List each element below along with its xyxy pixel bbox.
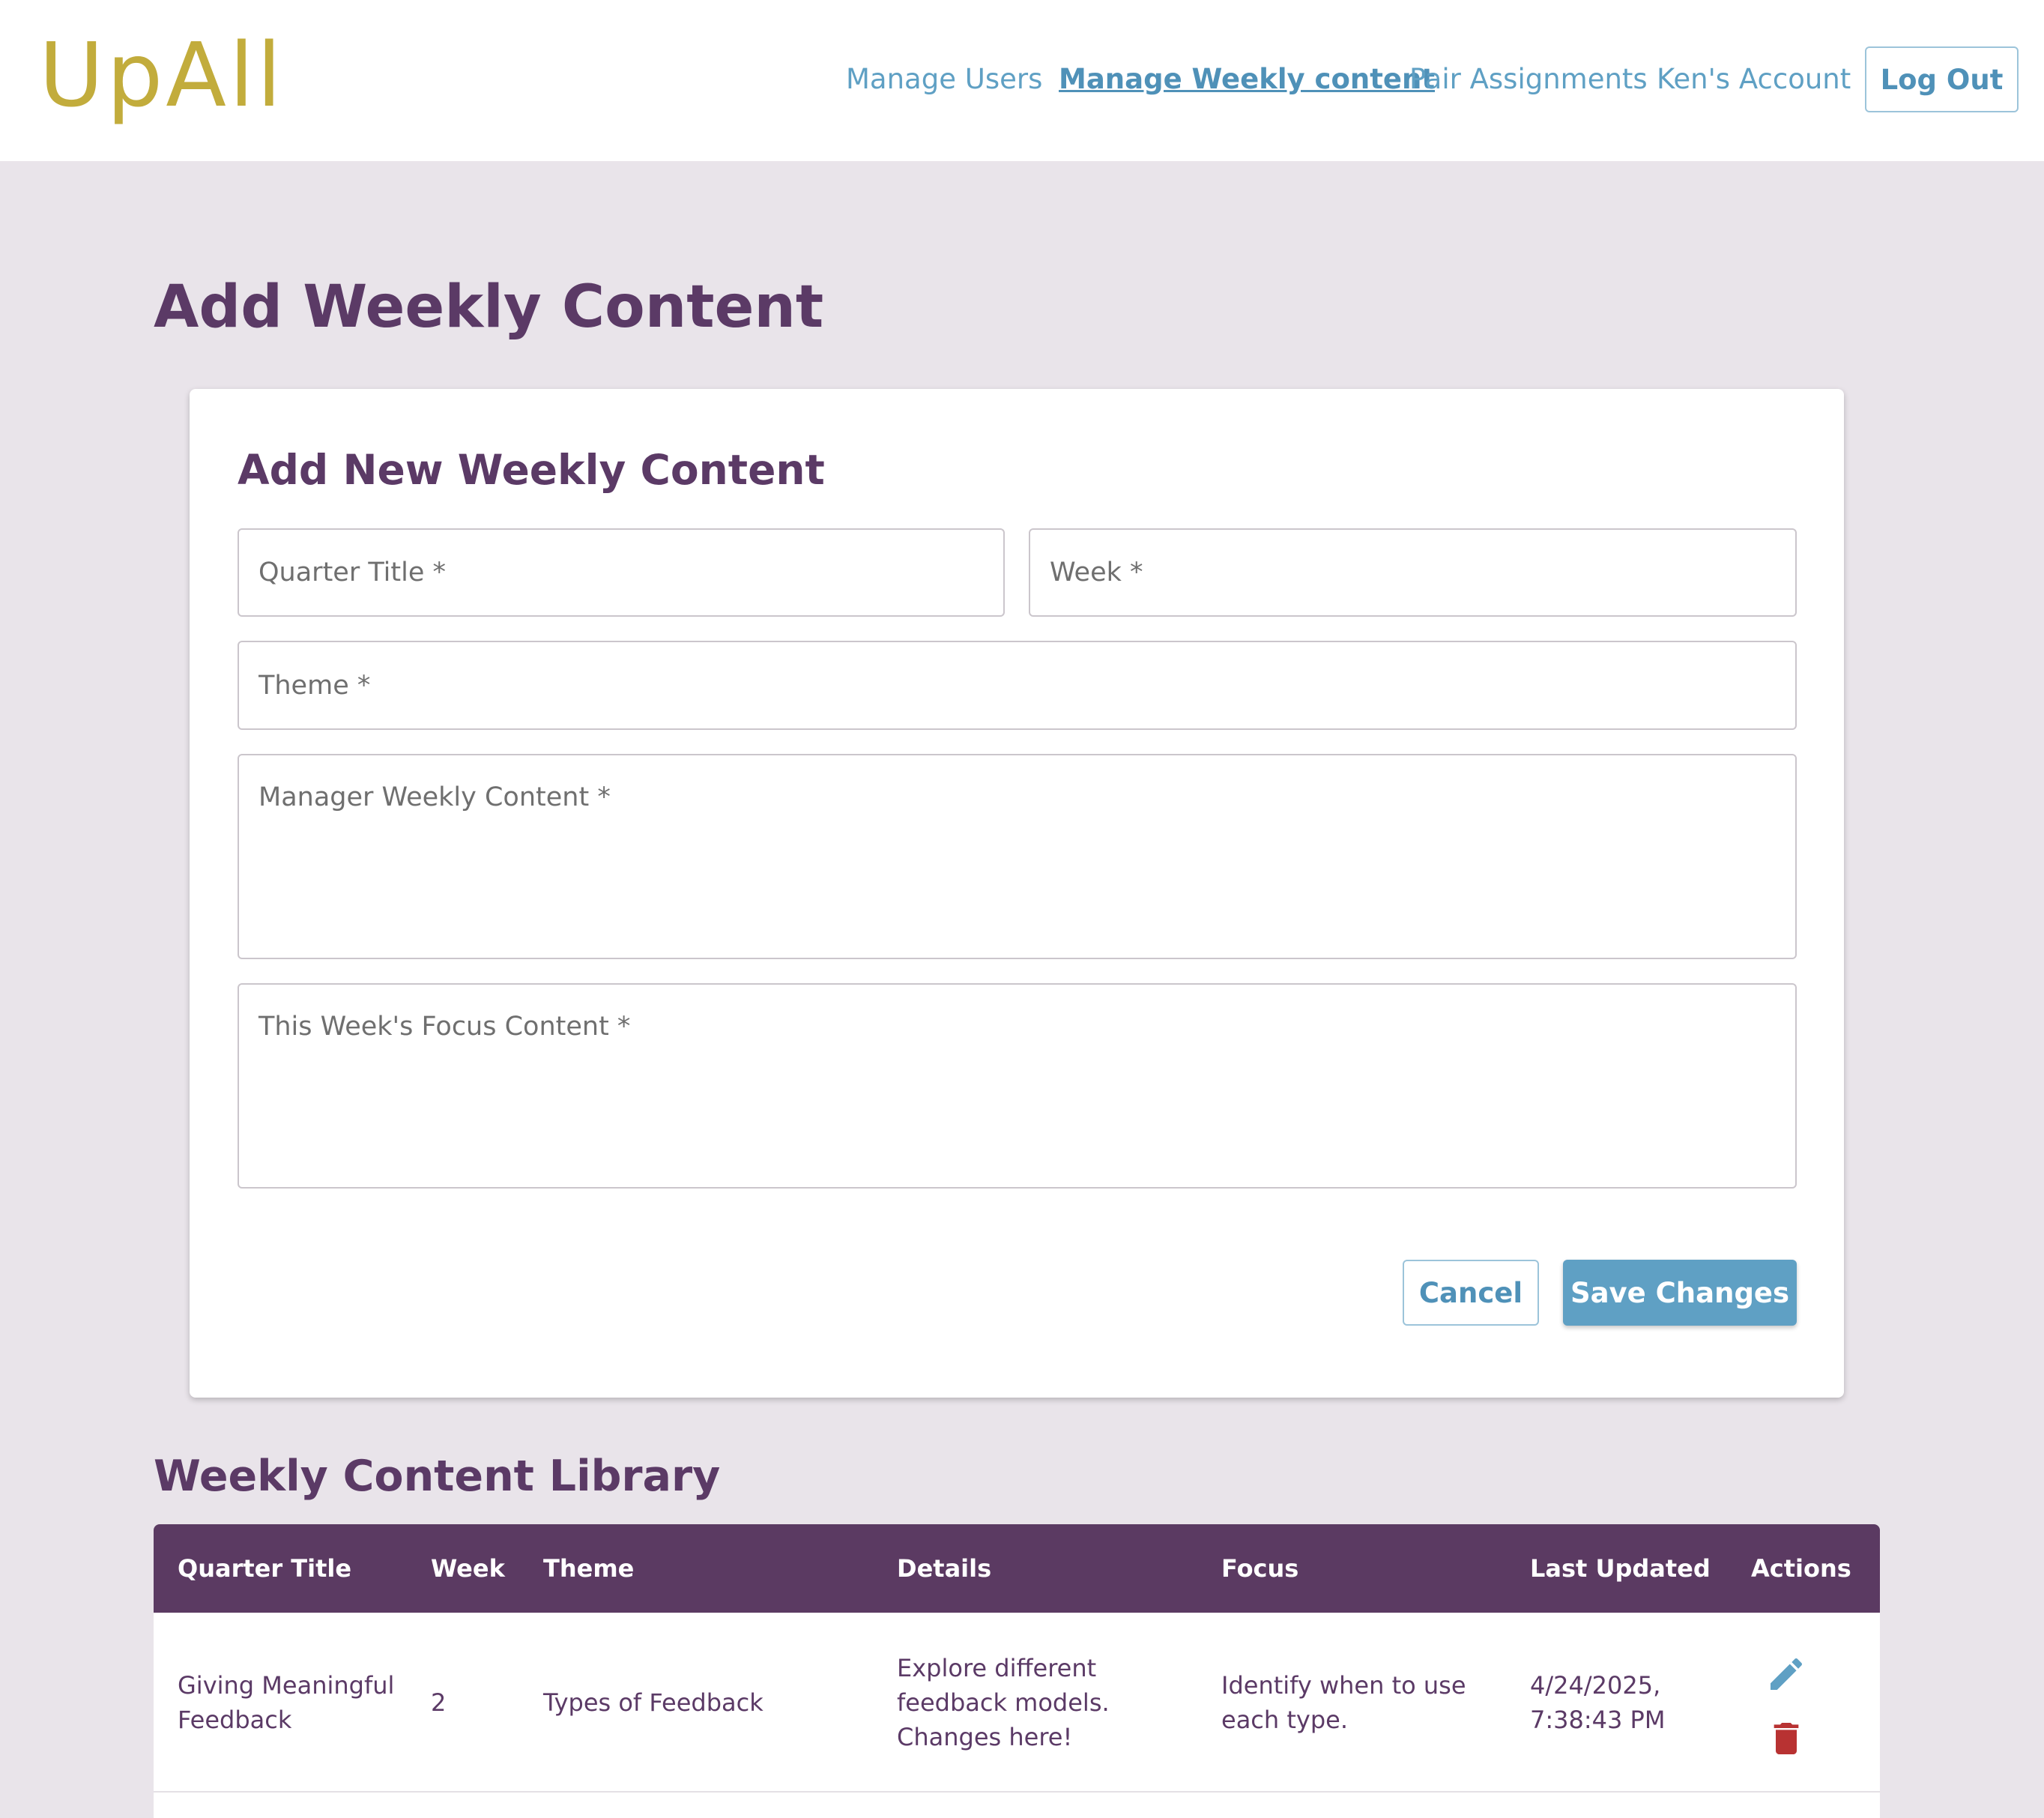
cell-theme: Types of Feedback (543, 1688, 764, 1717)
week-input[interactable] (1029, 528, 1797, 617)
nav-pair-assignments[interactable]: Pair Assignments (1409, 58, 1648, 100)
col-actions: Actions (1751, 1554, 1851, 1583)
nav-kens-account[interactable]: Ken's Account (1657, 58, 1851, 100)
page-title: Add Weekly Content (154, 274, 824, 341)
top-header: UpAll Manage Users Manage Weekly content… (0, 0, 2044, 161)
focus-content-textarea[interactable] (238, 983, 1797, 1189)
cell-quarter-title: Giving Meaningful Feedback (178, 1671, 395, 1734)
pencil-icon[interactable] (1765, 1653, 1807, 1695)
save-changes-button[interactable]: Save Changes (1563, 1260, 1797, 1326)
col-quarter-title: Quarter Title (178, 1554, 352, 1583)
nav-manage-weekly-content[interactable]: Manage Weekly content (1059, 58, 1435, 100)
weekly-content-table: Quarter Title Week Theme Details Focus L… (154, 1524, 1880, 1818)
theme-input[interactable] (238, 641, 1797, 730)
cell-week: 2 (431, 1688, 447, 1717)
cell-details: Explore different feedback models. Chang… (897, 1654, 1110, 1751)
col-focus: Focus (1221, 1554, 1299, 1583)
add-content-form-card: Add New Weekly Content Cancel Save Chang… (190, 389, 1844, 1398)
table-row: Giving Meaningful Feedback 2 Types of Fe… (154, 1613, 1880, 1793)
main-nav: Manage Users Manage Weekly content Pair … (0, 58, 2044, 103)
library-title: Weekly Content Library (154, 1452, 721, 1501)
trash-icon[interactable] (1765, 1718, 1807, 1760)
quarter-title-input[interactable] (238, 528, 1005, 617)
form-title: Add New Weekly Content (238, 446, 825, 494)
nav-manage-users[interactable]: Manage Users (846, 58, 1042, 100)
col-details: Details (897, 1554, 992, 1583)
col-last-updated: Last Updated (1530, 1554, 1711, 1583)
col-week: Week (431, 1554, 505, 1583)
cancel-button[interactable]: Cancel (1403, 1260, 1539, 1326)
cell-last-updated: 4/24/2025, 7:38:43 PM (1530, 1671, 1666, 1734)
col-theme: Theme (543, 1554, 635, 1583)
cell-focus: Identify when to use each type. (1221, 1671, 1466, 1734)
log-out-button[interactable]: Log Out (1865, 46, 2019, 112)
manager-weekly-content-textarea[interactable] (238, 754, 1797, 959)
table-header: Quarter Title Week Theme Details Focus L… (154, 1524, 1880, 1613)
